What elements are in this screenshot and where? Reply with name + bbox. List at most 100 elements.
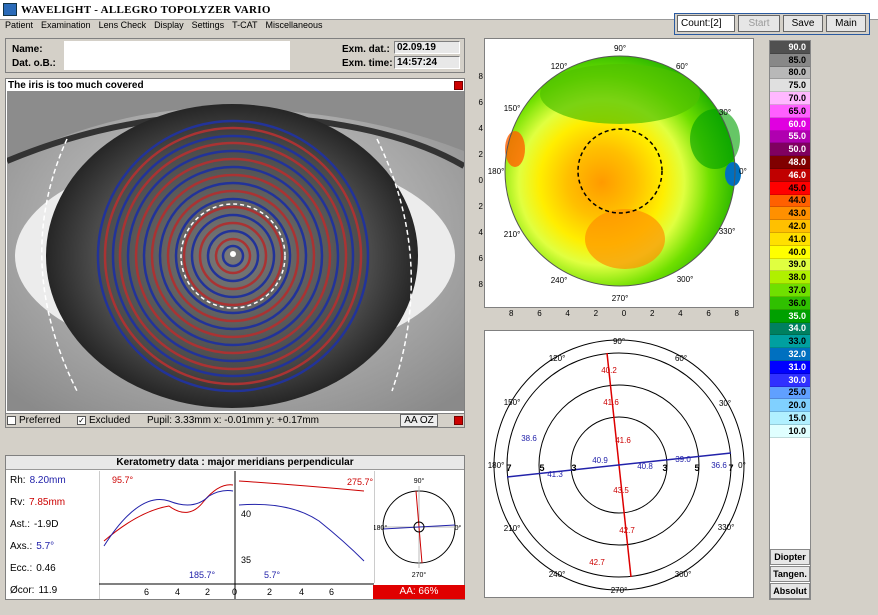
scale-step: 70.0	[770, 92, 810, 105]
scale-step: 75.0	[770, 79, 810, 93]
x-tick: 2	[205, 587, 210, 597]
x-tick: 6	[144, 587, 149, 597]
scale-value: 36.0	[788, 297, 806, 308]
scale-step: 85.0	[770, 53, 810, 67]
menu-patient[interactable]: Patient	[5, 20, 33, 34]
scale-value: 50.0	[788, 144, 806, 155]
exam-time-value: 14:57:24	[394, 56, 460, 69]
x-tick: 4	[678, 309, 683, 318]
scale-value: 20.0	[788, 400, 806, 411]
x-tick: 2	[593, 309, 599, 318]
scale-step: 46.0	[770, 168, 810, 182]
meridian-panel: 90° 60° 30° 0° 330° 300° 270° 240° 210° …	[484, 330, 754, 598]
topo-x-axis: 8 6 4 2 0 2 4 6 8	[509, 309, 739, 321]
topo-angle-label: 90°	[614, 44, 626, 53]
tangential-button[interactable]: Tangen.	[770, 566, 810, 582]
red-value: 41.6	[603, 398, 619, 407]
menu-settings[interactable]: Settings	[192, 20, 225, 34]
scale-value: 70.0	[788, 93, 806, 104]
menu-miscellaneous[interactable]: Miscellaneous	[265, 20, 322, 34]
y-tick: 8	[478, 72, 483, 81]
topography-map: 90° 60° 30° 0° 330° 300° 270° 240° 210° …	[488, 44, 747, 303]
x-tick: 0	[232, 587, 237, 597]
preferred-checkbox[interactable]	[7, 416, 16, 425]
topo-angle-label: 180°	[488, 167, 505, 176]
eye-image	[7, 91, 464, 411]
scale-step: 38.0	[770, 271, 810, 285]
main-button[interactable]: Main	[826, 15, 866, 32]
scale-step: 41.0	[770, 232, 810, 246]
scale-value: 34.0	[788, 323, 806, 334]
eye-status-bar: Preferred ✓ Excluded Pupil: 3.33mm x: -0…	[6, 413, 464, 427]
y-tick: 0	[478, 176, 483, 185]
save-button[interactable]: Save	[783, 15, 823, 32]
scale-step: 33.0	[770, 335, 810, 349]
y-tick: 8	[478, 280, 483, 289]
patient-name-field[interactable]	[64, 41, 290, 70]
menu-lens-check[interactable]: Lens Check	[99, 20, 147, 34]
blue-value: 41.3	[547, 470, 563, 479]
scale-step: 65.0	[770, 104, 810, 118]
scale-step: 42.0	[770, 220, 810, 233]
merid-angle-label: 60°	[675, 354, 687, 363]
ring-label: 7	[506, 463, 511, 473]
y-tick: 4	[478, 124, 483, 133]
scale-value: 41.0	[788, 233, 806, 244]
topography-panel: 90° 60° 30° 0° 330° 300° 270° 240° 210° …	[479, 38, 754, 308]
axs-label: Axs.:	[10, 541, 33, 552]
red-value: 43.5	[613, 486, 629, 495]
excluded-checkbox[interactable]: ✓	[77, 416, 86, 425]
topo-angle-label: 0°	[739, 167, 747, 176]
axis-mini-diagram: 90° 180° 0° 270°	[374, 471, 462, 583]
scale-value: 42.0	[788, 221, 806, 232]
diopter-button[interactable]: Diopter	[770, 549, 810, 565]
scale-value: 85.0	[788, 54, 806, 65]
menu-examination[interactable]: Examination	[41, 20, 91, 34]
scale-value: 43.0	[788, 208, 806, 219]
scale-step: 50.0	[770, 143, 810, 157]
merid-angle-label: 30°	[719, 399, 731, 408]
app-icon	[3, 3, 17, 16]
merid-angle-label: 270°	[611, 586, 628, 595]
merid-angle-label: 210°	[504, 524, 521, 533]
pupil-info: Pupil: 3.33mm x: -0.01mm y: +0.17mm	[147, 415, 320, 426]
ast-label: Ast.:	[10, 519, 31, 530]
scale-value: 40.0	[788, 246, 806, 257]
scale-step: 20.0	[770, 399, 810, 413]
red-value: 40.2	[601, 366, 617, 375]
scale-step: 40.0	[770, 245, 810, 259]
patient-panel: Name: Dat. o.B.: Exm. dat.: Exm. time: 0…	[5, 38, 465, 73]
start-button[interactable]: Start	[738, 15, 780, 32]
eye-red-marker[interactable]	[454, 416, 463, 425]
x-tick: 6	[706, 309, 711, 318]
merid-angle-label: 150°	[504, 398, 521, 407]
merid-angle-label: 120°	[549, 354, 566, 363]
scale-value: 90.0	[788, 41, 806, 52]
scale-step: 90.0	[770, 41, 810, 54]
scale-step: 35.0	[770, 309, 810, 323]
exam-time-label: Exm. time:	[342, 58, 393, 69]
scale-value: 15.0	[788, 413, 806, 423]
blue-value: 40.8	[637, 462, 653, 471]
y-tick: 2	[478, 150, 483, 159]
absolute-button[interactable]: Absolut	[770, 583, 810, 599]
window-title: WAVELIGHT - ALLEGRO TOPOLYZER VARIO	[21, 3, 271, 16]
ring-label: 5	[694, 463, 699, 473]
close-icon[interactable]	[454, 81, 463, 90]
keratometry-profile-chart: 95.7° 275.7° 185.7° 5.7° 40 35 6 4 2 0 2…	[99, 471, 374, 599]
aa-oz-button[interactable]: AA OZ	[400, 414, 438, 427]
blue-value: 39.0	[675, 455, 691, 464]
menu-display[interactable]: Display	[154, 20, 184, 34]
scale-value: 80.0	[788, 67, 806, 78]
scale-step: 48.0	[770, 156, 810, 169]
topo-angle-label: 60°	[676, 62, 688, 71]
scale-value: 45.0	[788, 182, 806, 193]
menu-tcat[interactable]: T-CAT	[232, 20, 257, 34]
x-tick: 2	[649, 309, 655, 318]
scale-value: 10.0	[788, 425, 806, 436]
scale-step: 34.0	[770, 322, 810, 336]
scale-value: 48.0	[788, 157, 806, 168]
merid-angle-label: 330°	[718, 523, 735, 532]
merid-angle-label: 180°	[488, 461, 505, 470]
exam-date-value: 02.09.19	[394, 41, 460, 54]
